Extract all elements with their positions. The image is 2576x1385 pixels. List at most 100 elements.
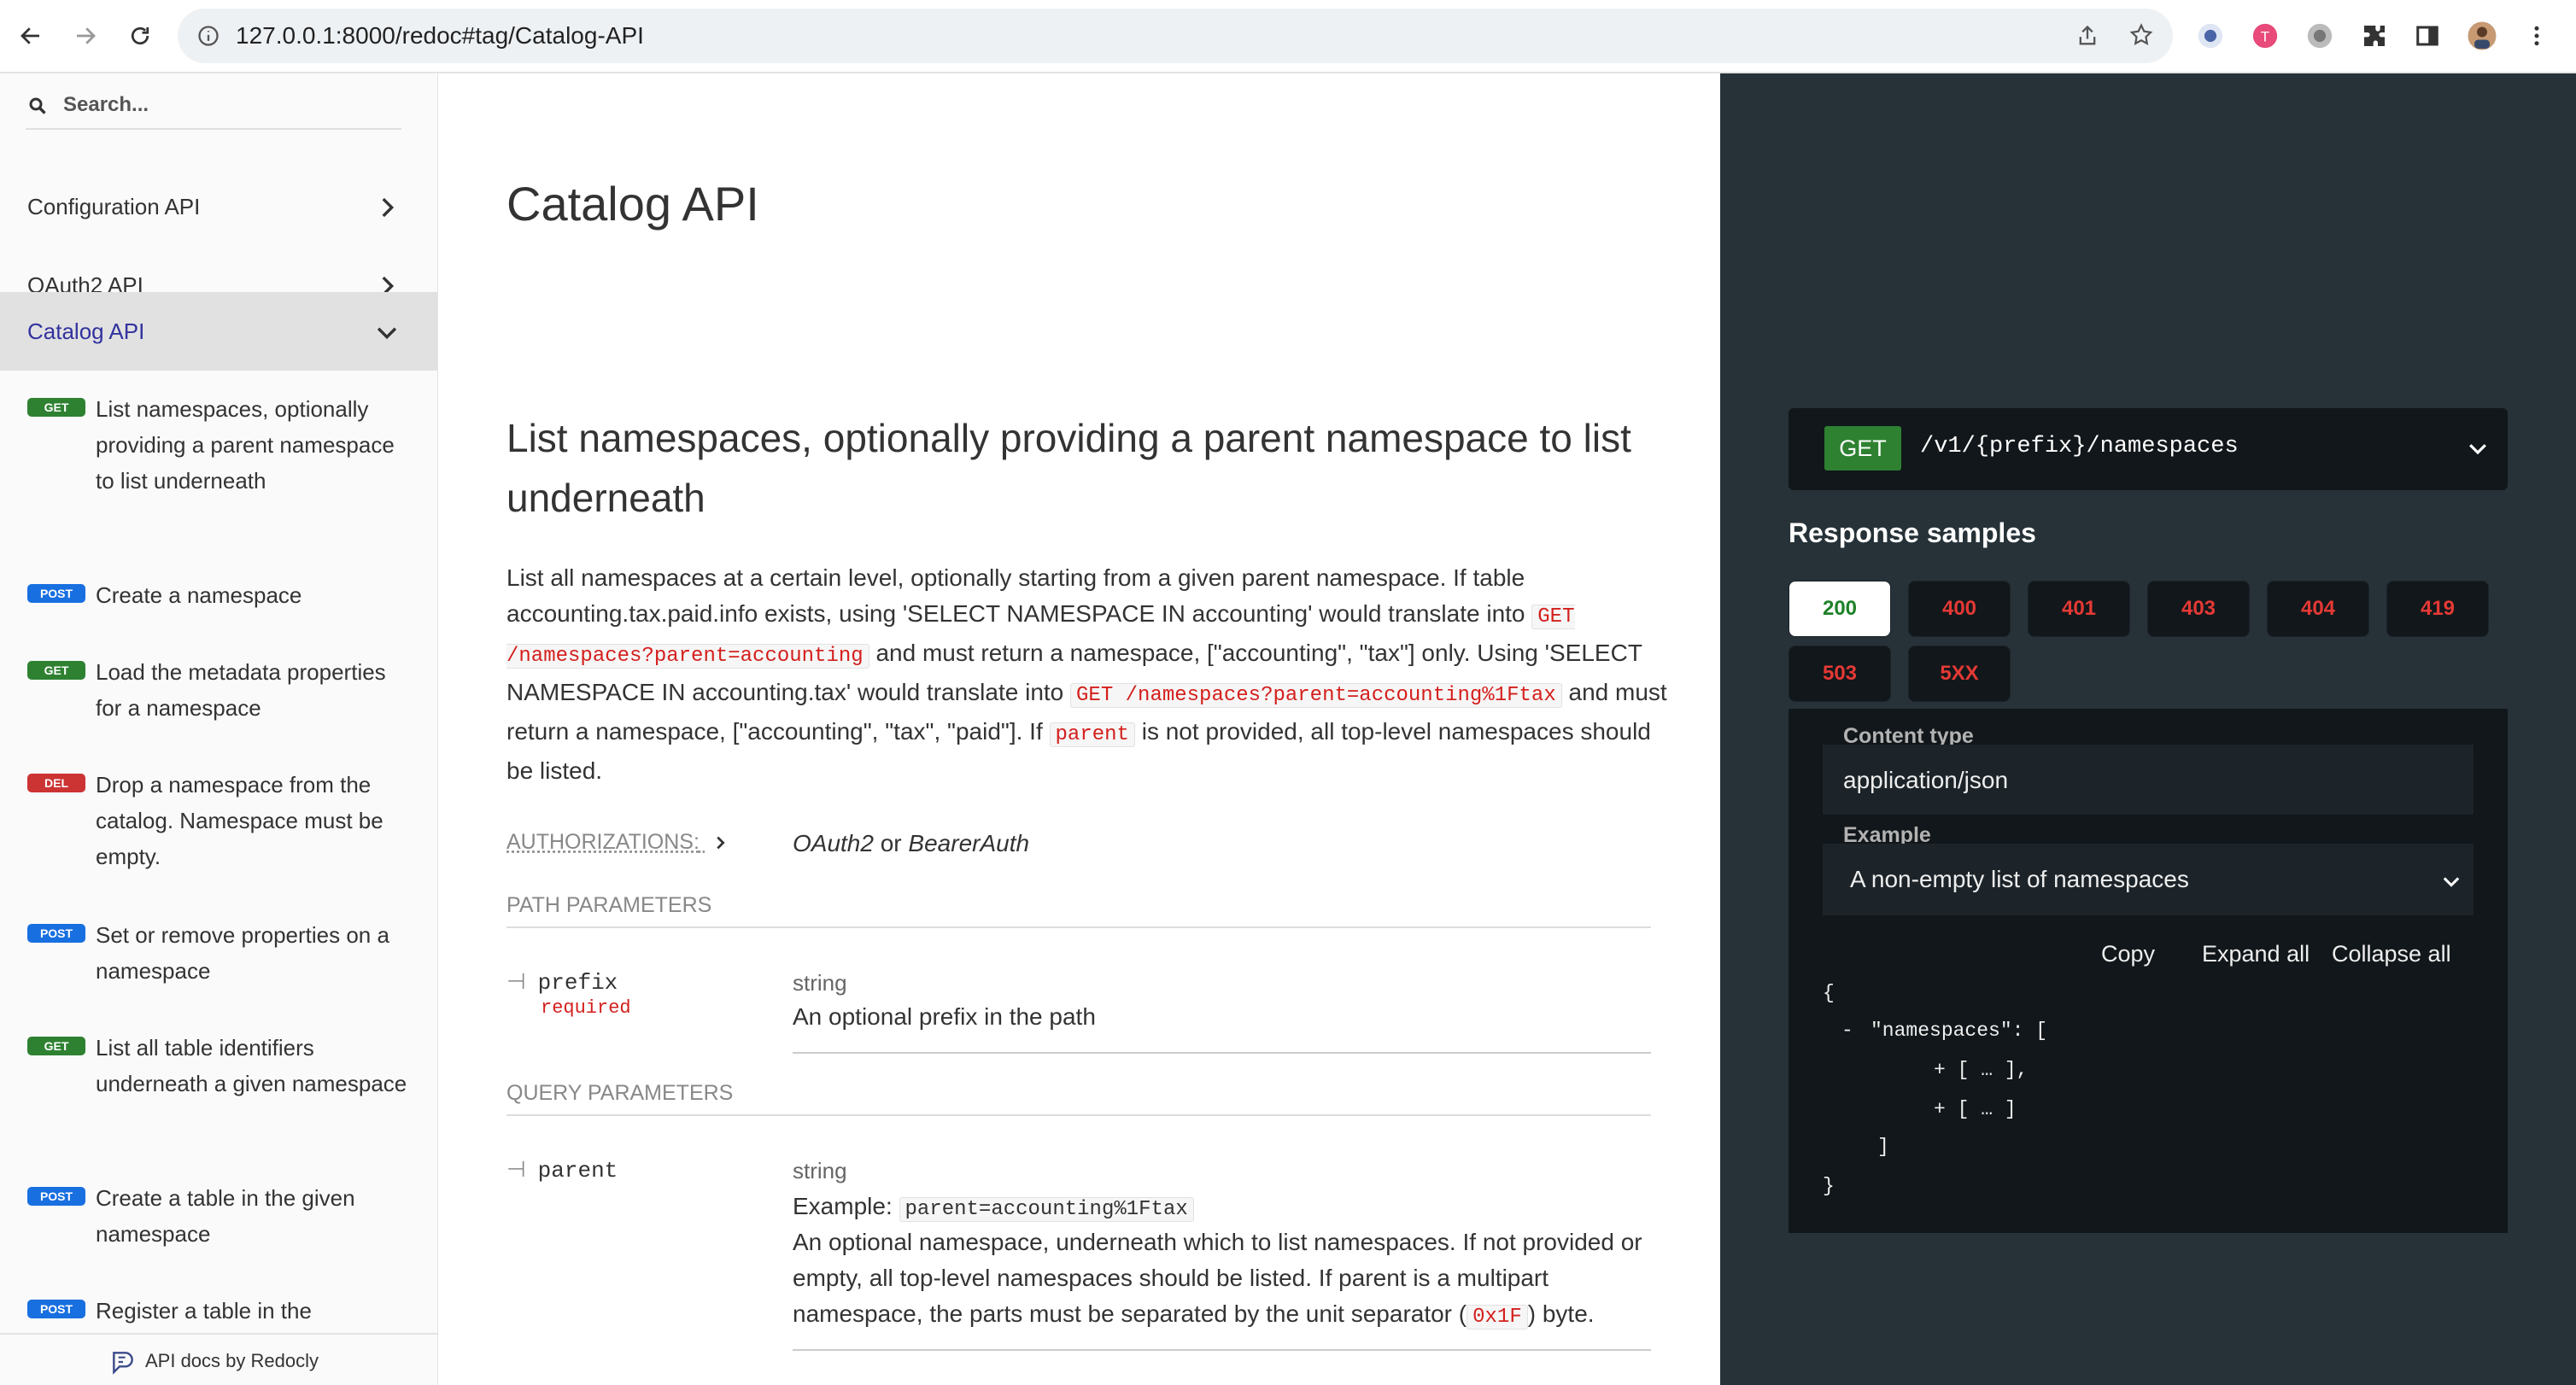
endpoint-toggle[interactable]: GET /v1/{prefix}/namespaces xyxy=(1789,408,2508,490)
svg-text:T: T xyxy=(2261,28,2269,44)
back-icon[interactable] xyxy=(10,15,51,56)
site-info-icon[interactable] xyxy=(196,24,220,52)
extensions-puzzle-icon[interactable] xyxy=(2357,19,2392,53)
param-name-text: parent xyxy=(537,1158,618,1183)
avatar[interactable] xyxy=(2465,19,2499,53)
operation-description: List all namespaces at a certain level, … xyxy=(506,560,1668,789)
sidebar: Configuration API OAuth2 API Catalog API… xyxy=(0,73,438,1385)
side-panel-icon[interactable] xyxy=(2410,19,2444,53)
method-badge: GET xyxy=(1824,426,1901,470)
forward-icon[interactable] xyxy=(65,15,106,56)
tab-5xx[interactable]: 5XX xyxy=(1908,646,2011,702)
sidebar-op-label: Create a namespace xyxy=(96,582,302,608)
sidebar-op-drop-namespace[interactable]: DEL Drop a namespace from the catalog. N… xyxy=(0,767,437,878)
operation-title: List namespaces, optionally providing a … xyxy=(506,416,1631,520)
json-key-line: "namespaces": [ xyxy=(1871,1020,2048,1042)
json-open-brace: { xyxy=(1823,982,1835,1004)
method-badge: POST xyxy=(27,1300,85,1318)
json-collapse-toggle[interactable]: - xyxy=(1841,1020,1853,1042)
sidebar-item-label: Catalog API xyxy=(27,318,145,344)
example-value: parent=accounting%1Ftax xyxy=(899,1197,1194,1222)
param-description: An optional namespace, underneath which … xyxy=(793,1224,1664,1335)
sidebar-op-load-metadata[interactable]: GET Load the metadata properties for a n… xyxy=(0,654,437,728)
example-selected-value: A non-empty list of namespaces xyxy=(1850,866,2189,892)
search-icon xyxy=(27,96,48,120)
param-name-text: prefix xyxy=(537,970,618,996)
redocly-logo-icon xyxy=(109,1348,137,1380)
chevron-down-icon xyxy=(2469,444,2486,455)
method-badge: GET xyxy=(27,1037,85,1055)
response-samples-title: Response samples xyxy=(1789,517,2036,548)
tab-401[interactable]: 401 xyxy=(2028,581,2130,637)
sidebar-item-label: Configuration API xyxy=(27,193,201,219)
search-input[interactable] xyxy=(61,92,398,118)
sidebar-op-label: Drop a namespace from the catalog. Names… xyxy=(96,772,383,869)
tab-404[interactable]: 404 xyxy=(2267,581,2369,637)
divider xyxy=(793,1052,1651,1054)
redocly-footer-link[interactable]: API docs by Redocly xyxy=(0,1333,437,1385)
auth-option: OAuth2 xyxy=(793,830,874,856)
address-bar[interactable]: 127.0.0.1:8000/redoc#tag/Catalog-API xyxy=(178,9,2173,63)
param-name: ⊣ parent xyxy=(506,1156,618,1183)
chevron-right-icon xyxy=(717,837,725,850)
tab-400[interactable]: 400 xyxy=(1908,581,2011,637)
example-select[interactable]: A non-empty list of namespaces xyxy=(1823,844,2474,915)
endpoint-path: /v1/{prefix}/namespaces xyxy=(1920,434,2239,459)
param-type: string xyxy=(793,1158,847,1183)
sidebar-op-list-namespaces[interactable]: GET List namespaces, optionally providin… xyxy=(0,391,437,536)
tab-503[interactable]: 503 xyxy=(1789,646,1891,702)
sidebar-item-configuration-api[interactable]: Configuration API xyxy=(0,167,437,246)
method-badge: POST xyxy=(27,924,85,943)
desc-text: List all namespaces at a certain level, … xyxy=(506,564,1525,627)
desc-text: ) byte. xyxy=(1527,1300,1595,1327)
extension-icon-3[interactable] xyxy=(2303,19,2337,53)
tree-branch-icon: ⊣ xyxy=(506,1156,526,1182)
extension-icon-2[interactable]: T xyxy=(2248,19,2282,53)
param-description: An optional prefix in the path xyxy=(793,1003,1096,1030)
content-type-field: application/json xyxy=(1823,745,2474,815)
collapse-all-button[interactable]: Collapse all xyxy=(2332,941,2451,967)
menu-kebab-icon[interactable] xyxy=(2520,19,2554,53)
sidebar-op-create-namespace[interactable]: POST Create a namespace xyxy=(0,577,437,617)
param-required: required xyxy=(541,997,631,1019)
page-title: Catalog API xyxy=(506,177,759,231)
tab-403[interactable]: 403 xyxy=(2147,581,2250,637)
search-box[interactable] xyxy=(26,85,401,130)
method-badge: DEL xyxy=(27,774,85,792)
right-panel: GET /v1/{prefix}/namespaces Response sam… xyxy=(1720,73,2576,1385)
method-badge: GET xyxy=(27,661,85,680)
json-close-bracket: ] xyxy=(1877,1136,1889,1158)
divider xyxy=(793,1349,1651,1351)
extension-icon-1[interactable] xyxy=(2193,19,2228,53)
json-expand-item[interactable]: + [ … ] xyxy=(1934,1098,2017,1120)
param-type: string xyxy=(793,970,847,996)
chevron-down-icon xyxy=(377,327,397,340)
share-icon[interactable] xyxy=(2075,24,2099,52)
inline-code: parent xyxy=(1049,722,1135,747)
url-text[interactable]: 127.0.0.1:8000/redoc#tag/Catalog-API xyxy=(236,22,644,50)
reload-icon[interactable] xyxy=(120,15,161,56)
authorizations-label: AUTHORIZATIONS: xyxy=(506,830,700,854)
sidebar-op-label: List all table identifiers underneath a … xyxy=(96,1035,407,1096)
method-badge: POST xyxy=(27,584,85,603)
copy-button[interactable]: Copy xyxy=(2101,941,2155,967)
expand-all-button[interactable]: Expand all xyxy=(2202,941,2310,967)
inline-code: 0x1F xyxy=(1467,1305,1528,1329)
path-parameters-heading: PATH PARAMETERS xyxy=(506,893,1651,928)
sidebar-op-create-table[interactable]: POST Create a table in the given namespa… xyxy=(0,1180,437,1254)
json-expand-item[interactable]: + [ … ], xyxy=(1934,1059,2028,1081)
bookmark-star-icon[interactable] xyxy=(2128,22,2154,52)
tab-419[interactable]: 419 xyxy=(2386,581,2489,637)
chevron-right-icon xyxy=(382,197,395,218)
authorizations-toggle[interactable]: AUTHORIZATIONS: xyxy=(506,830,729,855)
inline-code: GET /namespaces?parent=accounting%1Ftax xyxy=(1070,683,1562,708)
sidebar-op-register-table[interactable]: POST Register a table in the xyxy=(0,1293,437,1332)
tab-200[interactable]: 200 xyxy=(1789,581,1891,637)
example-label: Example: xyxy=(793,1193,893,1219)
auth-option: BearerAuth xyxy=(908,830,1030,856)
sidebar-op-set-properties[interactable]: POST Set or remove properties on a names… xyxy=(0,917,437,991)
sidebar-item-catalog-api[interactable]: Catalog API xyxy=(0,292,437,371)
sidebar-op-list-tables[interactable]: GET List all table identifiers underneat… xyxy=(0,1030,437,1141)
response-sample-panel: Content type application/json Example A … xyxy=(1789,709,2508,1233)
chevron-down-icon xyxy=(2443,877,2460,887)
